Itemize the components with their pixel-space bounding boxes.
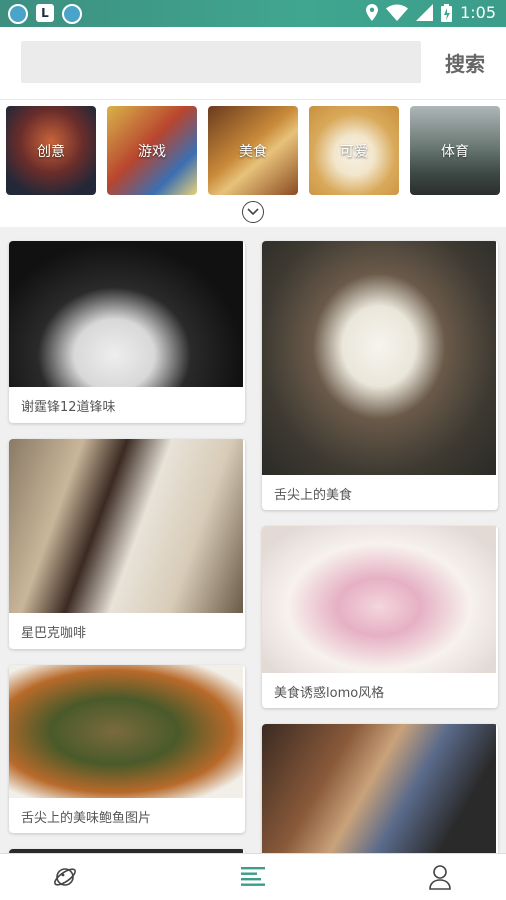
battery-charging-icon [441,3,453,22]
feed-card[interactable]: 谢霆锋12道锋味 [9,241,245,423]
feed-image [9,439,243,613]
category-creative[interactable]: 创意 [6,106,96,195]
feed-caption: 美食诱惑lomo风格 [274,686,385,701]
feed-card[interactable]: 舌尖上的美味鲍鱼图片 [9,665,245,833]
feed-card[interactable]: 美食诱惑lomo风格 [262,526,498,708]
feed-caption: 谢霆锋12道锋味 [21,400,116,415]
signal-icon [416,4,434,21]
feed-card[interactable]: 舌尖上的美食 [262,241,498,510]
image-feed: 谢霆锋12道锋味 星巴克咖啡 舌尖上的美味鲍鱼图片 舌尖上的美食 美食诱惑lom… [0,228,506,853]
user-icon [429,865,451,890]
category-label: 创意 [37,143,65,160]
category-label: 体育 [441,143,469,160]
feed-image [262,241,496,475]
search-header: 搜索 [0,27,506,99]
notification-app-icon-2 [62,4,82,24]
bottom-tab-bar [0,853,506,900]
category-label: 可爱 [340,143,368,160]
category-label: 游戏 [138,143,166,160]
feed-card[interactable] [262,724,498,853]
feed-image [262,526,496,673]
tab-profile[interactable] [425,862,455,892]
feed-card[interactable]: 星巴克咖啡 [9,439,245,649]
search-input[interactable] [21,41,421,83]
wifi-icon [386,4,409,21]
feed-image [9,241,243,387]
feed-caption: 舌尖上的美味鲍鱼图片 [21,811,152,826]
location-icon [366,4,379,21]
chevron-down-icon [247,208,259,216]
category-strip: 创意 游戏 美食 可爱 体育 [0,99,506,227]
notification-app-icon [8,4,28,24]
planet-icon [54,868,76,886]
clock: 1:05 [460,3,496,22]
tab-feed[interactable] [238,862,268,892]
badge-label: L [41,6,49,20]
category-games[interactable]: 游戏 [107,106,197,195]
status-bar: L 1:05 [0,0,506,27]
category-food[interactable]: 美食 [208,106,298,195]
search-button[interactable]: 搜索 [436,41,494,83]
list-icon [241,867,265,886]
feed-caption: 星巴克咖啡 [21,626,87,641]
category-cute[interactable]: 可爱 [309,106,399,195]
feed-image [9,665,243,798]
feed-image [262,724,496,853]
notification-l-icon: L [36,4,54,22]
tab-discover[interactable] [50,862,80,892]
category-label: 美食 [239,143,267,160]
expand-categories-button[interactable] [242,201,264,223]
feed-caption: 舌尖上的美食 [274,488,353,503]
category-sports[interactable]: 体育 [410,106,500,195]
